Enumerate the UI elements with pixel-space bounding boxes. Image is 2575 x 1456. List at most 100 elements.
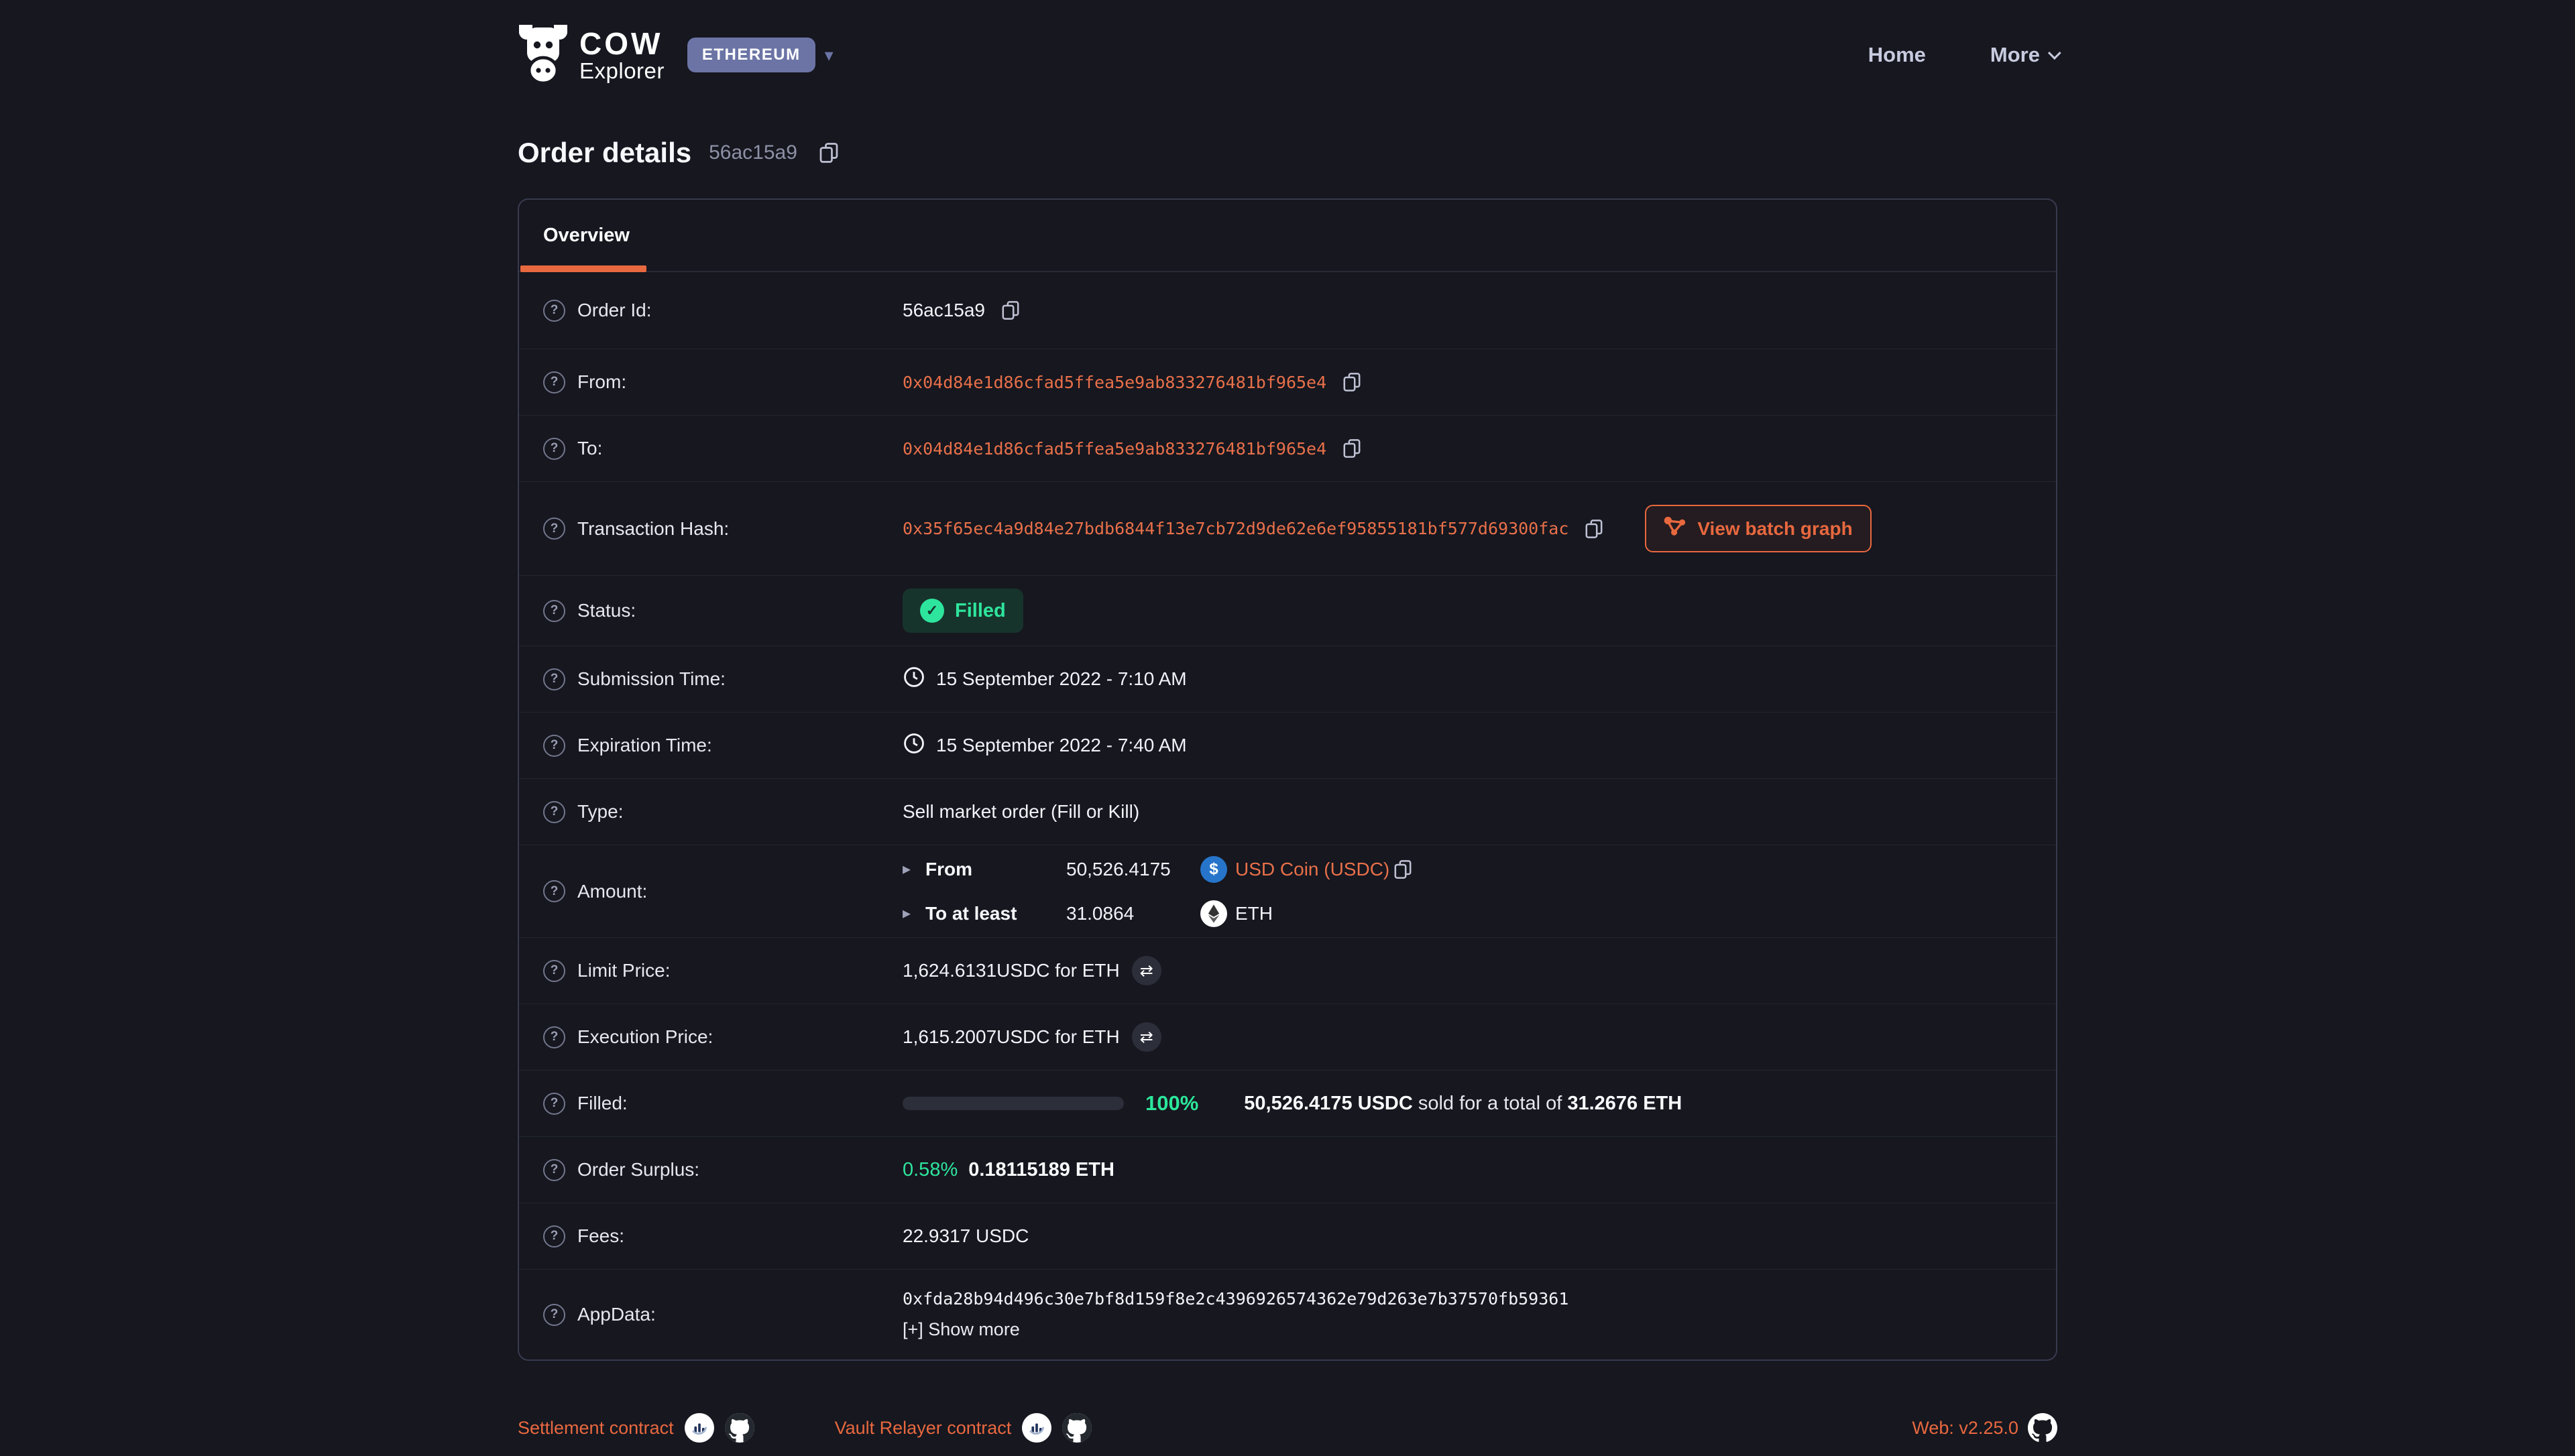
- row-fees: ? Fees: 22.9317 USDC: [519, 1203, 2056, 1270]
- nav-more-label: More: [1990, 43, 2040, 67]
- nav-item-home[interactable]: Home: [1868, 43, 1926, 67]
- invert-price-icon[interactable]: ⇄: [1132, 1022, 1161, 1052]
- row-execution-price-label: ? Execution Price:: [543, 1026, 903, 1048]
- tx-hash-link[interactable]: 0x35f65ec4a9d84e27bdb6844f13e7cb72d9de62…: [903, 519, 1568, 538]
- row-expiration-time: ? Expiration Time: 15 September 2022 - 7…: [519, 713, 2056, 779]
- footer-version: Web: v2.25.0: [1912, 1413, 2057, 1443]
- from-label: From:: [577, 371, 626, 393]
- web-version-link[interactable]: Web: v2.25.0: [1912, 1418, 2018, 1439]
- clock-icon: [903, 666, 925, 693]
- network-badge[interactable]: ETHEREUM: [687, 38, 815, 72]
- execution-price-label: Execution Price:: [577, 1026, 713, 1048]
- filled-sold-amount: 50,526.4175 USDC: [1244, 1093, 1413, 1114]
- limit-price-value: 1,624.6131USDC for ETH: [903, 960, 1120, 981]
- help-icon[interactable]: ?: [543, 668, 565, 690]
- cow-explorer-logo[interactable]: COW Explorer: [518, 22, 665, 88]
- filled-total-amount: 31.2676 ETH: [1567, 1093, 1682, 1114]
- chevron-down-icon: [2048, 46, 2061, 60]
- amount-from-label: From: [925, 859, 1066, 880]
- to-label: To:: [577, 438, 602, 459]
- copy-tx-hash-button[interactable]: [1585, 518, 1603, 540]
- cow-logo-icon: [518, 22, 569, 88]
- caret-right-icon: ▸: [903, 904, 925, 923]
- vault-relayer-contract-link[interactable]: Vault Relayer contract: [835, 1418, 1012, 1439]
- row-filled: ? Filled: 100% 50,526.4175 USDC sold for…: [519, 1071, 2056, 1137]
- tab-overview[interactable]: Overview: [519, 200, 654, 271]
- help-icon[interactable]: ?: [543, 371, 565, 393]
- invert-price-icon[interactable]: ⇄: [1132, 956, 1161, 985]
- appdata-show-more-link[interactable]: [+] Show more: [903, 1319, 1020, 1340]
- help-icon[interactable]: ?: [543, 960, 565, 982]
- help-icon[interactable]: ?: [543, 600, 565, 622]
- view-batch-graph-button[interactable]: View batch graph: [1645, 505, 1871, 552]
- execution-price-value: 1,615.2007USDC for ETH: [903, 1026, 1120, 1048]
- help-icon[interactable]: ?: [543, 1026, 565, 1048]
- order-surplus-percent: 0.58%: [903, 1159, 958, 1181]
- amount-label: Amount:: [577, 881, 647, 902]
- from-address-link[interactable]: 0x04d84e1d86cfad5ffea5e9ab833276481bf965…: [903, 373, 1326, 392]
- help-icon[interactable]: ?: [543, 880, 565, 902]
- help-icon[interactable]: ?: [543, 1304, 565, 1326]
- help-icon[interactable]: ?: [543, 300, 565, 322]
- github-icon[interactable]: [2028, 1413, 2057, 1443]
- order-id-label: Order Id:: [577, 300, 651, 321]
- view-batch-graph-label: View batch graph: [1697, 518, 1852, 540]
- brand-line2: Explorer: [579, 60, 665, 82]
- settlement-contract-link[interactable]: Settlement contract: [518, 1418, 674, 1439]
- help-icon[interactable]: ?: [543, 735, 565, 757]
- row-status-label: ? Status:: [543, 600, 903, 622]
- copy-to-address-button[interactable]: [1342, 438, 1361, 459]
- vault-relayer-contract-group: Vault Relayer contract: [835, 1413, 1092, 1443]
- copy-order-id-button[interactable]: [819, 141, 839, 164]
- row-appdata: ? AppData: 0xfda28b94d496c30e7bf8d159f8e…: [519, 1270, 2056, 1359]
- filled-label: Filled:: [577, 1093, 628, 1114]
- row-type: ? Type: Sell market order (Fill or Kill): [519, 779, 2056, 845]
- help-icon[interactable]: ?: [543, 1093, 565, 1115]
- submission-time-value: 15 September 2022 - 7:10 AM: [936, 668, 1187, 690]
- order-surplus-label: Order Surplus:: [577, 1159, 699, 1180]
- help-icon[interactable]: ?: [543, 801, 565, 823]
- github-icon[interactable]: [1062, 1413, 1092, 1443]
- row-from: ? From: 0x04d84e1d86cfad5ffea5e9ab833276…: [519, 349, 2056, 416]
- github-icon[interactable]: [725, 1413, 754, 1443]
- type-value: Sell market order (Fill or Kill): [903, 801, 1139, 823]
- filled-description: 50,526.4175 USDC sold for a total of 31.…: [1244, 1093, 1682, 1115]
- fees-label: Fees:: [577, 1225, 624, 1247]
- appdata-hash: 0xfda28b94d496c30e7bf8d159f8e2c439692657…: [903, 1289, 1568, 1309]
- tab-bar: Overview: [519, 200, 2056, 272]
- row-status: ? Status: ✓ Filled: [519, 576, 2056, 646]
- network-selector[interactable]: ETHEREUM ▾: [687, 38, 834, 72]
- footer-links: Settlement contract Vault Relayer contra…: [518, 1413, 1092, 1443]
- help-icon[interactable]: ?: [543, 438, 565, 460]
- order-id-value: 56ac15a9: [903, 300, 985, 321]
- nav-home-label: Home: [1868, 43, 1926, 67]
- amount-from-value: 50,526.4175: [1066, 859, 1200, 880]
- help-icon[interactable]: ?: [543, 518, 565, 540]
- etherscan-icon[interactable]: [685, 1413, 714, 1443]
- usdc-token-icon: $: [1200, 856, 1227, 883]
- main-nav: Home More: [1868, 43, 2057, 67]
- copy-token-address-button[interactable]: [1393, 859, 1412, 880]
- copy-order-id-row-button[interactable]: [1001, 300, 1020, 321]
- row-execution-price: ? Execution Price: 1,615.2007USDC for ET…: [519, 1004, 2056, 1071]
- to-address-link[interactable]: 0x04d84e1d86cfad5ffea5e9ab833276481bf965…: [903, 439, 1326, 459]
- row-transaction-hash: ? Transaction Hash: 0x35f65ec4a9d84e27bd…: [519, 482, 2056, 576]
- help-icon[interactable]: ?: [543, 1159, 565, 1181]
- amount-from-token-link[interactable]: USD Coin (USDC): [1235, 859, 1389, 880]
- row-order-surplus-label: ? Order Surplus:: [543, 1159, 903, 1181]
- nav-item-more[interactable]: More: [1990, 43, 2057, 67]
- help-icon[interactable]: ?: [543, 1225, 565, 1248]
- tab-overview-label: Overview: [543, 225, 630, 247]
- limit-price-label: Limit Price:: [577, 960, 670, 981]
- amount-to-value: 31.0864: [1066, 903, 1200, 924]
- row-amount: ? Amount: ▸ From 50,526.4175 $ USD Coin …: [519, 845, 2056, 938]
- page-title: Order details: [518, 137, 691, 169]
- expiration-time-value: 15 September 2022 - 7:40 AM: [936, 735, 1187, 756]
- row-from-label: ? From:: [543, 371, 903, 393]
- type-label: Type:: [577, 801, 623, 823]
- etherscan-icon[interactable]: [1022, 1413, 1051, 1443]
- order-details-card: Overview ? Order Id: 56ac15a9 ? From:: [518, 198, 2057, 1361]
- tab-active-underline: [520, 265, 646, 272]
- clock-icon: [903, 732, 925, 760]
- copy-from-address-button[interactable]: [1342, 371, 1361, 393]
